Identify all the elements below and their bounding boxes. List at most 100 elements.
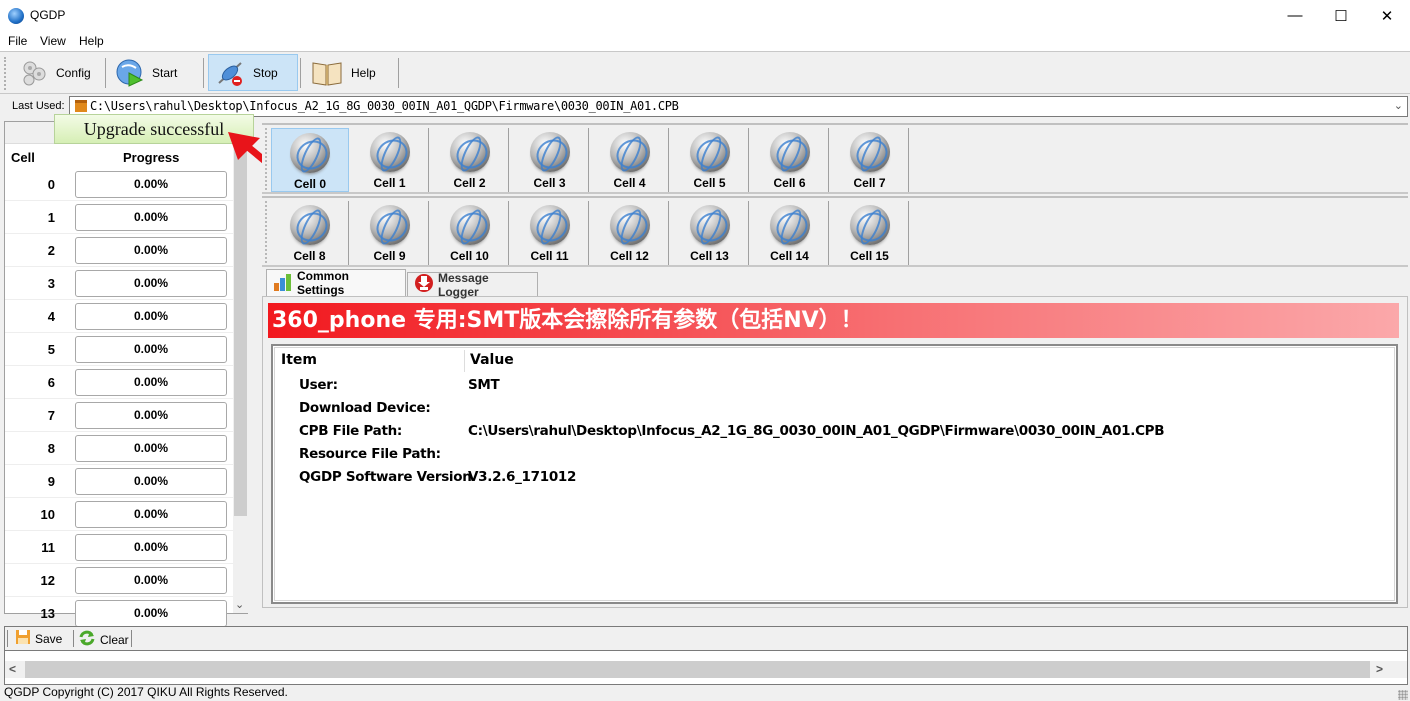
cell-button-cell-1[interactable]: Cell 1 (351, 128, 429, 192)
clear-label: Clear (100, 632, 129, 647)
scrollbar-thumb[interactable] (25, 661, 1370, 678)
menu-help[interactable]: Help (79, 34, 104, 48)
column-header-value[interactable]: Value (470, 352, 514, 368)
cell-button-cell-4[interactable]: Cell 4 (591, 128, 669, 192)
progress-bar: 0.00% (75, 204, 227, 231)
cell-label: Cell 7 (853, 176, 886, 190)
book-icon (311, 59, 343, 87)
chevron-right-icon[interactable]: > (1376, 662, 1383, 676)
minimize-button[interactable]: — (1272, 0, 1318, 31)
clear-button[interactable]: Clear (79, 630, 129, 649)
progress-row[interactable]: 0 0.00% (5, 168, 233, 201)
cell-button-cell-10[interactable]: Cell 10 (431, 201, 509, 265)
progress-row[interactable]: 2 0.00% (5, 234, 233, 267)
save-button[interactable]: Save (16, 630, 62, 647)
progress-row[interactable]: 4 0.00% (5, 300, 233, 333)
column-header-item[interactable]: Item (281, 352, 317, 368)
tab-label: Message Logger (438, 270, 489, 299)
toolbar-separator (73, 630, 74, 647)
cell-label: Cell 4 (613, 176, 646, 190)
progress-row[interactable]: 11 0.00% (5, 531, 233, 564)
progress-row[interactable]: 8 0.00% (5, 432, 233, 465)
cell-button-cell-3[interactable]: Cell 3 (511, 128, 589, 192)
toolbar-grip[interactable] (265, 128, 267, 190)
config-label: Config (56, 65, 91, 80)
settings-item-label: User: (299, 377, 338, 393)
cell-row-2: Cell 8 Cell 9 Cell 10 Cell 11 Cell 12 Ce… (262, 196, 1408, 267)
cell-button-cell-6[interactable]: Cell 6 (751, 128, 829, 192)
message-log-list[interactable]: < > (4, 650, 1408, 685)
column-header-cell[interactable]: Cell (11, 150, 35, 165)
network-globe-icon (449, 205, 490, 245)
toolbar-separator (300, 58, 301, 88)
cell-row-1: Cell 0 Cell 1 Cell 2 Cell 3 Cell 4 Cell … (262, 123, 1408, 194)
cell-label: Cell 6 (773, 176, 806, 190)
menu-file[interactable]: File (8, 34, 27, 48)
cell-button-cell-11[interactable]: Cell 11 (511, 201, 589, 265)
gears-icon (20, 59, 48, 87)
progress-bar: 0.00% (75, 567, 227, 594)
close-button[interactable]: ✕ (1364, 0, 1410, 31)
last-used-dropdown[interactable]: C:\Users\rahul\Desktop\Infocus_A2_1G_8G_… (69, 96, 1408, 117)
column-divider[interactable] (464, 350, 465, 372)
settings-item-label: Resource File Path: (299, 446, 441, 462)
network-globe-icon (609, 205, 650, 245)
toolbar-grip[interactable] (4, 57, 7, 90)
cell-button-cell-12[interactable]: Cell 12 (591, 201, 669, 265)
progress-bar: 0.00% (75, 369, 227, 396)
stop-button[interactable]: Stop (208, 54, 298, 91)
cell-button-cell-9[interactable]: Cell 9 (351, 201, 429, 265)
horizontal-scrollbar[interactable]: < > (5, 661, 1407, 678)
close-icon: ✕ (1380, 7, 1394, 25)
chevron-down-icon[interactable]: ⌄ (1394, 99, 1403, 112)
cell-number: 3 (47, 276, 55, 291)
progress-row[interactable]: 5 0.00% (5, 333, 233, 366)
progress-bar: 0.00% (75, 171, 227, 198)
progress-row[interactable]: 7 0.00% (5, 399, 233, 432)
config-button[interactable]: Config (12, 54, 104, 91)
cell-button-cell-5[interactable]: Cell 5 (671, 128, 749, 192)
tab-common-settings[interactable]: Common Settings (266, 269, 406, 297)
progress-bar: 0.00% (75, 402, 227, 429)
cell-button-cell-15[interactable]: Cell 15 (831, 201, 909, 265)
toolbar-grip[interactable] (265, 201, 267, 263)
cell-number: 11 (41, 540, 55, 555)
progress-row[interactable]: 12 0.00% (5, 564, 233, 597)
cell-button-cell-2[interactable]: Cell 2 (431, 128, 509, 192)
column-header-progress[interactable]: Progress (123, 150, 179, 165)
start-button[interactable]: Start (108, 54, 200, 91)
tab-message-logger[interactable]: Message Logger (407, 270, 538, 299)
help-button[interactable]: Help (303, 54, 395, 91)
start-label: Start (152, 65, 178, 80)
maximize-icon: ☐ (1334, 7, 1348, 25)
cell-button-cell-7[interactable]: Cell 7 (831, 128, 909, 192)
chevron-down-icon[interactable]: ⌄ (235, 598, 244, 611)
progress-row[interactable]: 10 0.00% (5, 498, 233, 531)
cell-button-cell-8[interactable]: Cell 8 (271, 201, 349, 265)
progress-row[interactable]: 3 0.00% (5, 267, 233, 300)
chevron-left-icon[interactable]: < (9, 662, 16, 676)
last-used-label: Last Used: (12, 100, 65, 112)
scrollbar-thumb[interactable] (234, 146, 247, 516)
cell-button-cell-0[interactable]: Cell 0 (271, 128, 349, 192)
cell-button-cell-13[interactable]: Cell 13 (671, 201, 749, 265)
menu-view[interactable]: View (40, 34, 66, 48)
cell-number: 0 (47, 177, 55, 192)
progress-row[interactable]: 6 0.00% (5, 366, 233, 399)
cell-label: Cell 14 (770, 249, 809, 263)
network-globe-icon (529, 132, 570, 172)
settings-item-value: SMT (468, 377, 500, 393)
progress-row[interactable]: 9 0.00% (5, 465, 233, 498)
resize-grip-icon[interactable] (1398, 690, 1408, 700)
maximize-button[interactable]: ☐ (1318, 0, 1364, 31)
progress-bar: 0.00% (75, 501, 227, 528)
cell-label: Cell 15 (850, 249, 889, 263)
minimize-icon: — (1287, 7, 1303, 24)
progress-row[interactable]: 1 0.00% (5, 201, 233, 234)
cell-button-cell-14[interactable]: Cell 14 (751, 201, 829, 265)
status-bar: QGDP Copyright (C) 2017 QIKU All Rights … (0, 685, 1410, 701)
cell-number: 13 (40, 606, 55, 621)
toolbar-separator (105, 58, 106, 88)
cell-number: 2 (47, 243, 55, 258)
settings-item-value: V3.2.6_171012 (468, 469, 577, 485)
